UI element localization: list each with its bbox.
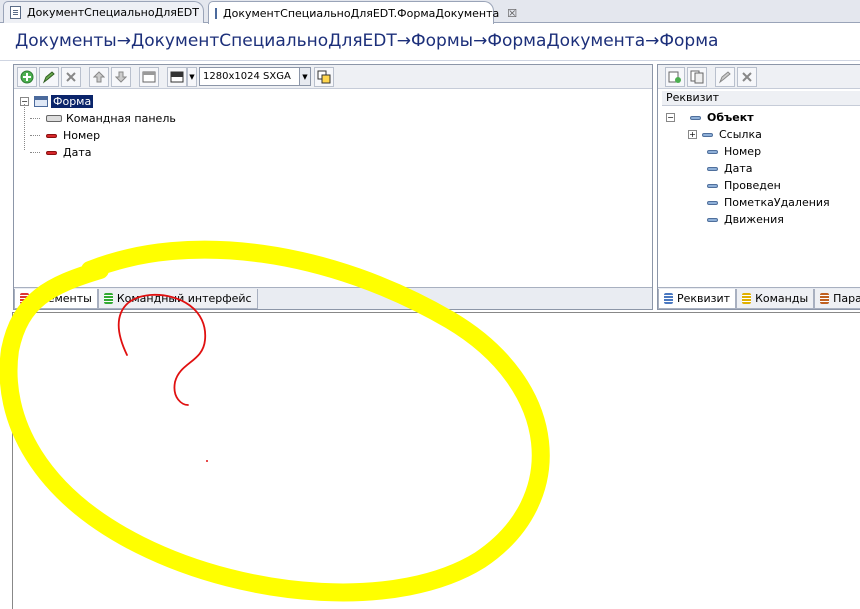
add-attribute-button[interactable] xyxy=(665,66,685,87)
add-icon xyxy=(20,70,34,83)
move-down-button[interactable] xyxy=(111,66,131,87)
tree-node[interactable]: Проведен xyxy=(666,177,860,194)
resolution-value: 1280x1024 SXGA xyxy=(203,71,291,82)
tree-node-label: Номер xyxy=(63,129,101,142)
add-attribute-icon xyxy=(668,71,681,83)
elements-icon xyxy=(20,293,29,304)
tree-node-label: Дата xyxy=(63,146,92,159)
column-header: Реквизит xyxy=(662,91,860,106)
tab-document[interactable]: ДокументСпециальноДляEDT xyxy=(3,1,204,23)
edit-button[interactable] xyxy=(39,66,59,87)
form-elements-panel: ▼ 1280x1024 SXGA ▼ − Форма Командная пан… xyxy=(13,64,653,310)
attribute-icon xyxy=(702,132,713,137)
tab-label: Реквизит xyxy=(677,292,731,305)
delete-button[interactable] xyxy=(61,66,81,87)
tree-node-root[interactable]: − Объект xyxy=(666,109,860,126)
tree-node-label: Командная панель xyxy=(66,112,176,125)
attributes-icon xyxy=(664,293,673,304)
close-icon xyxy=(66,71,76,82)
tab-form[interactable]: ДокументСпециальноДляEDT.ФормаДокумента … xyxy=(208,1,517,24)
copy-icon xyxy=(690,70,704,83)
preview-dropdown-button[interactable]: ▼ xyxy=(187,66,197,87)
layout-icon xyxy=(142,71,156,82)
copy-button[interactable] xyxy=(687,66,707,87)
tab-document-label: ДокументСпециальноДляEDT xyxy=(27,6,199,19)
settings-button[interactable] xyxy=(314,66,334,87)
pencil-icon xyxy=(42,70,55,83)
attribute-icon xyxy=(707,200,718,205)
field-icon xyxy=(46,150,57,155)
tree-node-root[interactable]: − Форма xyxy=(20,93,652,110)
close-icon[interactable]: ☒ xyxy=(507,7,517,20)
tree-node[interactable]: + Ссылка xyxy=(666,126,860,143)
close-icon xyxy=(742,71,752,82)
tree-node-label: Номер xyxy=(724,145,762,158)
command-interface-icon xyxy=(103,293,113,304)
tree-node[interactable]: ПометкаУдаления xyxy=(666,194,860,211)
tree-node[interactable]: Номер xyxy=(666,143,860,160)
tree-node[interactable]: Номер xyxy=(20,127,652,144)
form-icon xyxy=(34,96,48,107)
resolution-select[interactable]: 1280x1024 SXGA ▼ xyxy=(199,67,311,86)
attributes-tree: − Объект + Ссылка Номер Дата Проведен По… xyxy=(658,109,860,228)
tab-label: Команды xyxy=(755,292,809,305)
collapse-icon[interactable]: − xyxy=(666,113,675,122)
attribute-icon xyxy=(707,149,718,154)
form-preview-area xyxy=(12,312,860,609)
preview-button[interactable] xyxy=(167,66,187,87)
command-panel-icon xyxy=(46,115,62,122)
tree-node-label: Ссылка xyxy=(719,128,762,141)
tab-form-label: ДокументСпециальноДляEDT.ФормаДокумента xyxy=(223,6,500,20)
tab-commands[interactable]: Команды xyxy=(736,289,815,309)
form-icon xyxy=(215,7,217,19)
tree-node-label: Движения xyxy=(724,213,784,226)
tree-node[interactable]: Дата xyxy=(20,144,652,161)
document-icon xyxy=(10,6,21,19)
windows-icon xyxy=(317,70,331,83)
tree-node-label: Проведен xyxy=(724,179,781,192)
attribute-icon xyxy=(707,166,718,171)
chevron-down-icon: ▼ xyxy=(299,68,310,85)
attributes-bottom-tabs: Реквизит Команды Парам xyxy=(658,287,860,309)
arrow-up-icon xyxy=(93,70,105,82)
tree-node[interactable]: Движения xyxy=(666,211,860,228)
tab-label: Элементы xyxy=(33,292,92,305)
tab-elements[interactable]: Элементы xyxy=(14,289,98,309)
arrow-down-icon xyxy=(115,71,127,83)
breadcrumb: Документы→ДокументСпециальноДляEDT→Формы… xyxy=(15,31,719,51)
pencil-icon xyxy=(718,70,731,83)
tab-command-interface[interactable]: Командный интерфейс xyxy=(97,289,258,309)
tab-label: Парам xyxy=(833,292,860,305)
tree-node-label: Форма xyxy=(51,95,94,108)
tree-node-label: Объект xyxy=(707,111,754,124)
attributes-panel: Реквизит − Объект + Ссылка Номер Дата Пр… xyxy=(657,64,860,310)
edit-attribute-button[interactable] xyxy=(715,66,735,87)
move-up-button[interactable] xyxy=(89,66,109,87)
commands-icon xyxy=(742,293,752,304)
elements-tree: − Форма Командная панель Номер Дата xyxy=(14,89,652,287)
tab-label: Командный интерфейс xyxy=(116,292,252,305)
parameters-icon xyxy=(820,293,830,304)
tree-node-label: ПометкаУдаления xyxy=(724,196,830,209)
divider xyxy=(0,60,860,61)
form-layout-button[interactable] xyxy=(139,66,159,87)
field-icon xyxy=(46,133,57,138)
expand-icon[interactable]: + xyxy=(688,130,697,139)
window-icon xyxy=(170,71,184,82)
attribute-icon xyxy=(707,183,718,188)
tree-node[interactable]: Командная панель xyxy=(20,110,652,127)
attributes-toolbar xyxy=(658,65,860,89)
attribute-icon xyxy=(707,217,718,222)
tab-attributes[interactable]: Реквизит xyxy=(658,289,737,309)
tab-parameters[interactable]: Парам xyxy=(814,289,860,309)
elements-bottom-tabs: Элементы Командный интерфейс xyxy=(14,287,652,309)
tree-node-label: Дата xyxy=(724,162,753,175)
add-button[interactable] xyxy=(17,66,37,87)
elements-toolbar: ▼ 1280x1024 SXGA ▼ xyxy=(14,65,652,89)
tree-node[interactable]: Дата xyxy=(666,160,860,177)
editor-tab-bar: ДокументСпециальноДляEDT ДокументСпециал… xyxy=(0,0,860,24)
attribute-icon xyxy=(690,115,701,120)
delete-attribute-button[interactable] xyxy=(737,66,757,87)
